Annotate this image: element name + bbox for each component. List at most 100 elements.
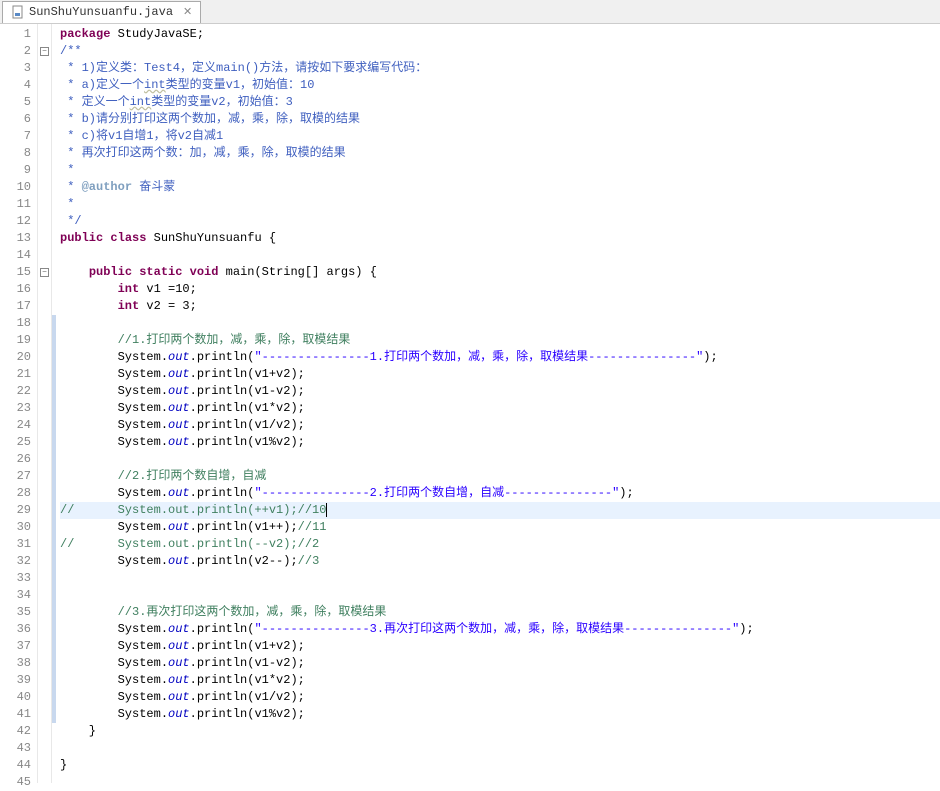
code-line[interactable]: System.out.println(v1*v2); [60, 672, 940, 689]
code-line[interactable]: System.out.println(v1+v2); [60, 366, 940, 383]
code-line[interactable]: System.out.println(v1-v2); [60, 655, 940, 672]
code-line[interactable]: */ [60, 213, 940, 230]
line-number[interactable]: 23 [0, 400, 37, 417]
code-line[interactable]: int v1 =10; [60, 281, 940, 298]
code-line[interactable]: System.out.println(v1%v2); [60, 434, 940, 451]
code-line[interactable]: * 1)定义类：Test4，定义main()方法，请按如下要求编写代码： [60, 60, 940, 77]
code-line[interactable] [60, 451, 940, 468]
line-number[interactable]: 38 [0, 655, 37, 672]
line-number[interactable]: 12 [0, 213, 37, 230]
line-number[interactable]: 6 [0, 111, 37, 128]
fold-cell[interactable]: − [38, 264, 51, 281]
line-number[interactable]: 16 [0, 281, 37, 298]
code-line[interactable]: public class SunShuYunsuanfu { [60, 230, 940, 247]
line-number[interactable]: 40 [0, 689, 37, 706]
line-number[interactable]: 28 [0, 485, 37, 502]
code-line[interactable]: System.out.println(v1/v2); [60, 689, 940, 706]
code-line[interactable]: * a)定义一个int类型的变量v1，初始值：10 [60, 77, 940, 94]
code-line[interactable]: } [60, 723, 940, 740]
code-line[interactable]: System.out.println(v1++);//11 [60, 519, 940, 536]
line-number[interactable]: 26 [0, 451, 37, 468]
line-number[interactable]: 32 [0, 553, 37, 570]
code-line[interactable]: System.out.println("---------------2.打印两… [60, 485, 940, 502]
code-line[interactable]: System.out.println(v1*v2); [60, 400, 940, 417]
fold-column[interactable]: −− [38, 24, 52, 783]
line-number[interactable]: 7 [0, 128, 37, 145]
line-number[interactable]: 22 [0, 383, 37, 400]
line-number[interactable]: 44 [0, 757, 37, 774]
line-number[interactable]: 19 [0, 332, 37, 349]
code-line[interactable] [60, 315, 940, 332]
line-number[interactable]: 8 [0, 145, 37, 162]
code-line[interactable] [60, 740, 940, 757]
line-number-gutter[interactable]: 1234567891011121314151617181920212223242… [0, 24, 38, 783]
code-line[interactable]: System.out.println(v1-v2); [60, 383, 940, 400]
code-line[interactable]: /** [60, 43, 940, 60]
line-number[interactable]: 14 [0, 247, 37, 264]
code-line[interactable] [60, 247, 940, 264]
code-line[interactable] [60, 774, 940, 783]
line-number[interactable]: 9 [0, 162, 37, 179]
code-line[interactable] [60, 587, 940, 604]
line-number[interactable]: 15 [0, 264, 37, 281]
code-line[interactable]: System.out.println(v2--);//3 [60, 553, 940, 570]
fold-collapse-icon[interactable]: − [40, 268, 49, 277]
line-number[interactable]: 10 [0, 179, 37, 196]
tab-file[interactable]: SunShuYunsuanfu.java ✕ [2, 1, 201, 23]
line-number[interactable]: 18 [0, 315, 37, 332]
line-number[interactable]: 5 [0, 94, 37, 111]
line-number[interactable]: 11 [0, 196, 37, 213]
code-line[interactable]: } [60, 757, 940, 774]
code-line[interactable]: * c)将v1自增1，将v2自减1 [60, 128, 940, 145]
code-line[interactable]: * [60, 162, 940, 179]
line-number[interactable]: 13 [0, 230, 37, 247]
line-number[interactable]: 2 [0, 43, 37, 60]
code-token: System. [60, 690, 168, 704]
code-line[interactable]: System.out.println(v1/v2); [60, 417, 940, 434]
code-line[interactable]: int v2 = 3; [60, 298, 940, 315]
code-line[interactable]: System.out.println(v1%v2); [60, 706, 940, 723]
code-line[interactable]: * @author 奋斗蒙 [60, 179, 940, 196]
code-line[interactable]: System.out.println(v1+v2); [60, 638, 940, 655]
line-number[interactable]: 37 [0, 638, 37, 655]
code-line[interactable]: * b)请分别打印这两个数加，减，乘，除，取模的结果 [60, 111, 940, 128]
line-number[interactable]: 36 [0, 621, 37, 638]
line-number[interactable]: 29 [0, 502, 37, 519]
fold-cell[interactable]: − [38, 43, 51, 60]
line-number[interactable]: 3 [0, 60, 37, 77]
code-line[interactable]: * [60, 196, 940, 213]
code-line[interactable]: //3.再次打印这两个数加，减，乘，除，取模结果 [60, 604, 940, 621]
code-line[interactable]: * 再次打印这两个数：加，减，乘，除，取模的结果 [60, 145, 940, 162]
line-number[interactable]: 34 [0, 587, 37, 604]
code-line[interactable]: // System.out.println(++v1);//10 [60, 502, 940, 519]
code-area[interactable]: package StudyJavaSE;/** * 1)定义类：Test4，定义… [56, 24, 940, 783]
line-number[interactable]: 35 [0, 604, 37, 621]
line-number[interactable]: 31 [0, 536, 37, 553]
code-line[interactable]: System.out.println("---------------1.打印两… [60, 349, 940, 366]
code-token: //2.打印两个数自增，自减 [118, 469, 267, 483]
close-icon[interactable]: ✕ [183, 5, 192, 19]
code-line[interactable]: public static void main(String[] args) { [60, 264, 940, 281]
line-number[interactable]: 41 [0, 706, 37, 723]
code-line[interactable]: * 定义一个int类型的变量v2，初始值：3 [60, 94, 940, 111]
line-number[interactable]: 30 [0, 519, 37, 536]
line-number[interactable]: 21 [0, 366, 37, 383]
line-number[interactable]: 17 [0, 298, 37, 315]
code-line[interactable]: System.out.println("---------------3.再次打… [60, 621, 940, 638]
fold-collapse-icon[interactable]: − [40, 47, 49, 56]
code-line[interactable]: //1.打印两个数加，减，乘，除，取模结果 [60, 332, 940, 349]
line-number[interactable]: 20 [0, 349, 37, 366]
line-number[interactable]: 33 [0, 570, 37, 587]
code-line[interactable]: package StudyJavaSE; [60, 26, 940, 43]
line-number[interactable]: 27 [0, 468, 37, 485]
line-number[interactable]: 42 [0, 723, 37, 740]
line-number[interactable]: 24 [0, 417, 37, 434]
code-line[interactable]: //2.打印两个数自增，自减 [60, 468, 940, 485]
code-line[interactable]: // System.out.println(--v2);//2 [60, 536, 940, 553]
line-number[interactable]: 25 [0, 434, 37, 451]
code-line[interactable] [60, 570, 940, 587]
line-number[interactable]: 4 [0, 77, 37, 94]
line-number[interactable]: 39 [0, 672, 37, 689]
line-number[interactable]: 1 [0, 26, 37, 43]
line-number[interactable]: 43 [0, 740, 37, 757]
